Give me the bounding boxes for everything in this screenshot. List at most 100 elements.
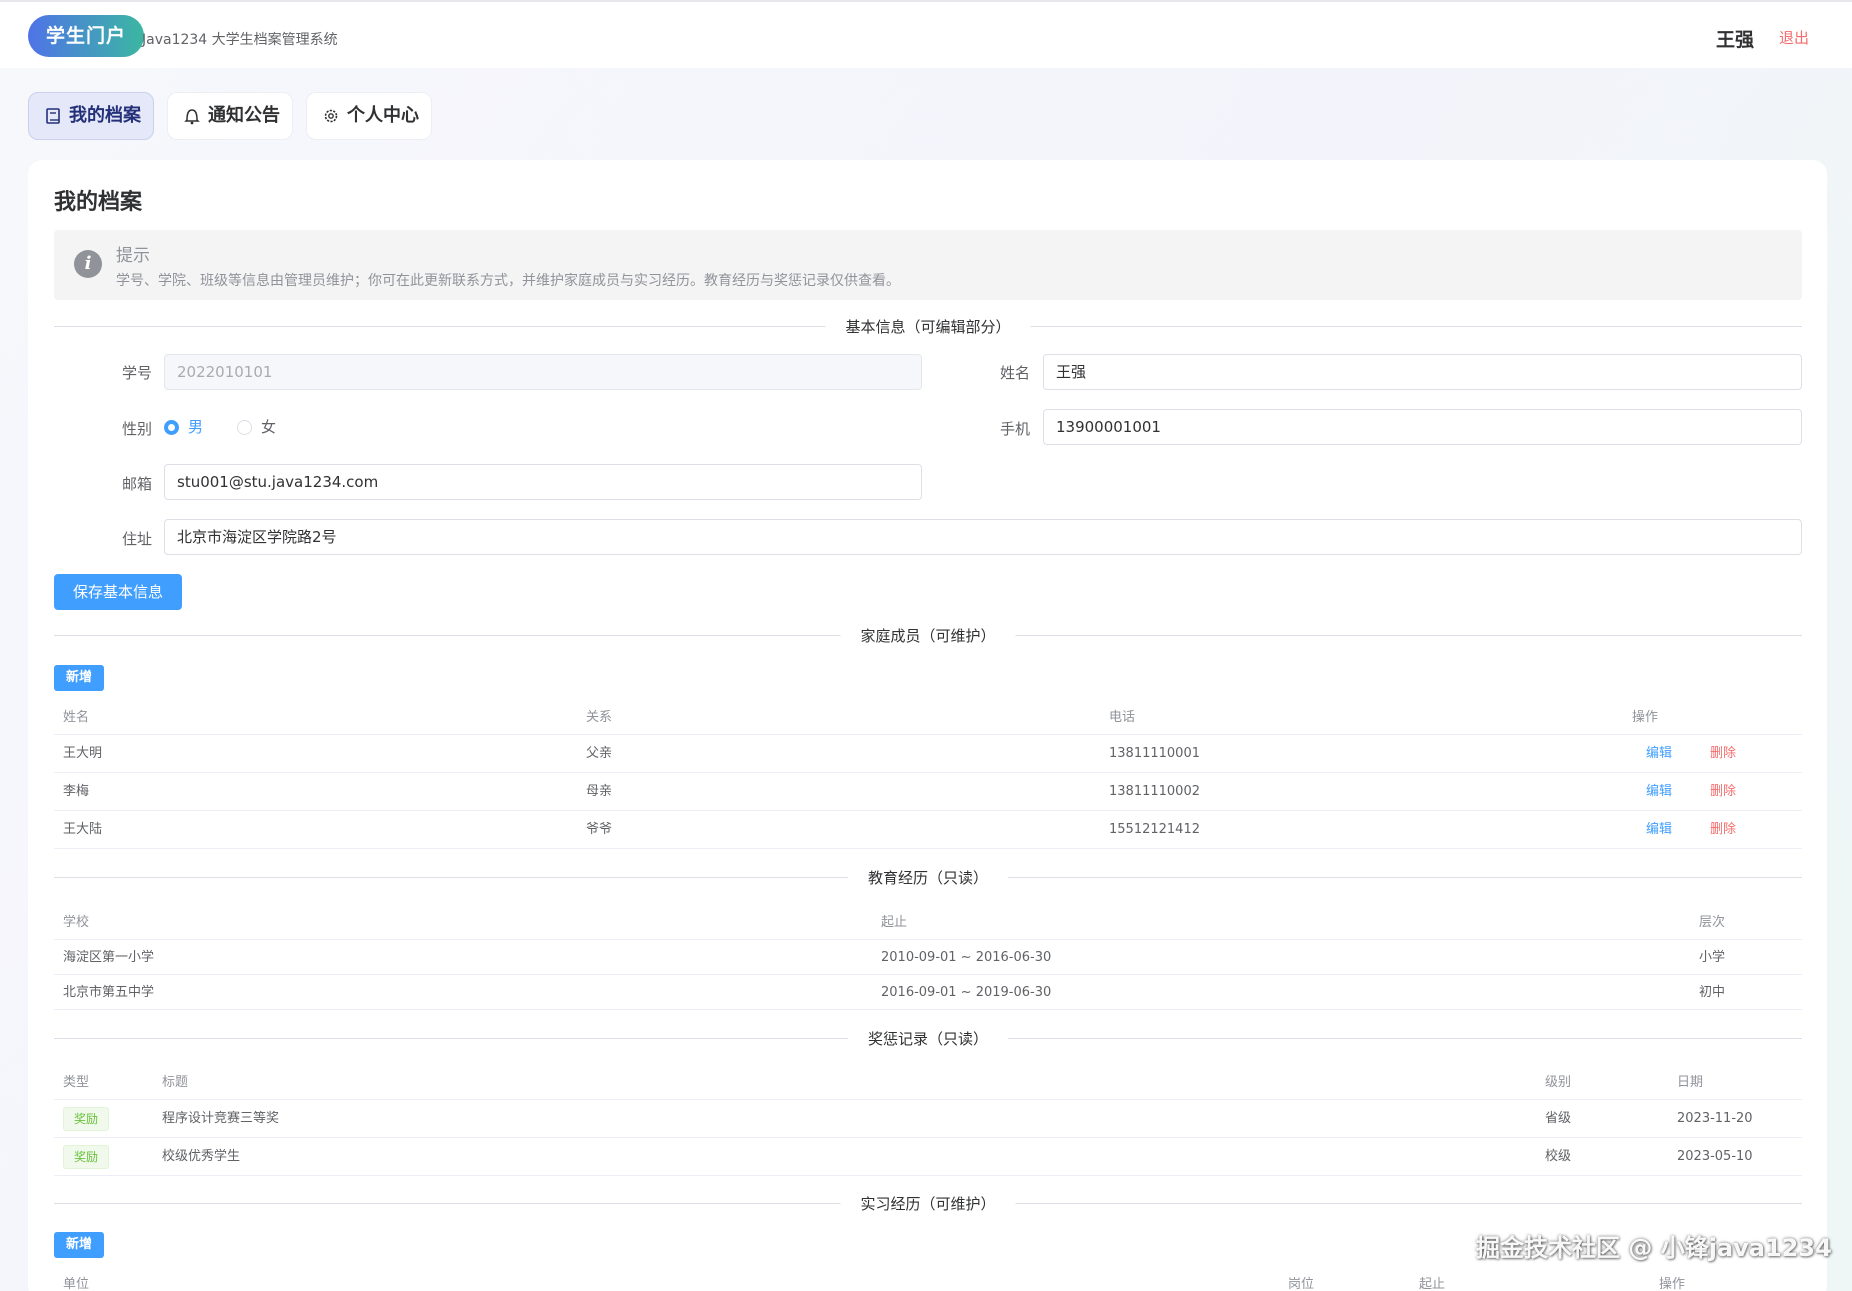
table-header: 学校 起止 层次 <box>54 906 1802 940</box>
tab-label: 我的档案 <box>69 105 141 126</box>
table-row: 王大明 父亲 13811110001 编辑 删除 <box>54 735 1802 773</box>
reward-type-tag: 奖励 <box>63 1107 110 1131</box>
column-header: 起止 <box>1419 1277 1446 1291</box>
column-header: 学校 <box>63 915 90 930</box>
phone-input[interactable]: 13900001001 <box>1043 409 1802 445</box>
edu-period: 2010-09-01 ~ 2016-06-30 <box>881 950 1052 965</box>
basic-info-divider: 基本信息（可编辑部分） <box>54 316 1802 337</box>
info-icon: i <box>74 250 102 278</box>
watermark-text: 掘金技术社区 @ 小锋java1234 <box>1476 1234 1832 1262</box>
email-input[interactable]: stu001@stu.java1234.com <box>164 464 922 500</box>
edit-link[interactable]: 编辑 <box>1646 811 1672 849</box>
logout-link[interactable]: 退出 <box>1779 27 1809 48</box>
tab-my-archive[interactable]: 我的档案 <box>28 92 154 140</box>
column-header: 操作 <box>1632 710 1659 725</box>
reward-title: 程序设计竞赛三等奖 <box>162 1111 280 1126</box>
gender-radio-male[interactable]: 男 <box>164 417 224 437</box>
family-table: 姓名 关系 电话 操作 王大明 父亲 13811110001 编辑 删除 李梅 … <box>54 701 1802 849</box>
section-title: 家庭成员（可维护） <box>840 625 1016 646</box>
name-input[interactable]: 王强 <box>1043 354 1802 390</box>
system-subtitle: Java1234 大学生档案管理系统 <box>142 32 338 48</box>
rewards-divider: 奖惩记录（只读） <box>54 1028 1802 1049</box>
column-header: 级别 <box>1545 1075 1572 1090</box>
alert-description: 学号、学院、班级等信息由管理员维护；你可在此更新联系方式，并维护家庭成员与实习经… <box>116 273 900 289</box>
education-divider: 教育经历（只读） <box>54 867 1802 888</box>
delete-link[interactable]: 删除 <box>1710 773 1736 811</box>
family-phone: 13811110002 <box>1109 784 1200 799</box>
edu-school: 北京市第五中学 <box>63 985 155 1000</box>
family-divider: 家庭成员（可维护） <box>54 625 1802 646</box>
save-basic-info-button[interactable]: 保存基本信息 <box>54 574 182 610</box>
table-header: 姓名 关系 电话 操作 <box>54 701 1802 735</box>
family-relation: 母亲 <box>586 784 613 799</box>
radio-dot <box>164 420 179 435</box>
edu-school: 海淀区第一小学 <box>63 950 155 965</box>
portal-logo[interactable]: 学生门户 <box>28 15 145 57</box>
address-input[interactable]: 北京市海淀区学院路2号 <box>164 519 1802 555</box>
family-phone: 15512121412 <box>1109 822 1200 837</box>
table-row: 北京市第五中学 2016-09-01 ~ 2019-06-30 初中 <box>54 975 1802 1010</box>
bell-icon <box>184 93 202 139</box>
address-label: 住址 <box>121 530 152 548</box>
gender-label: 性别 <box>121 420 152 438</box>
delete-link[interactable]: 删除 <box>1710 811 1736 849</box>
reward-type-tag: 奖励 <box>63 1145 110 1169</box>
family-relation: 父亲 <box>586 746 613 761</box>
reward-title: 校级优秀学生 <box>162 1149 241 1164</box>
reward-date: 2023-11-20 <box>1677 1111 1753 1126</box>
page-title: 我的档案 <box>54 190 143 215</box>
column-header: 关系 <box>586 710 613 725</box>
section-title: 教育经历（只读） <box>847 867 1009 888</box>
radio-label: 男 <box>188 418 204 436</box>
column-header: 操作 <box>1659 1277 1686 1291</box>
add-internship-button[interactable]: 新增 <box>54 1232 105 1258</box>
reward-type-cell: 奖励 <box>63 1100 110 1139</box>
delete-link[interactable]: 删除 <box>1710 735 1736 773</box>
edit-link[interactable]: 编辑 <box>1646 735 1672 773</box>
student-id-label: 学号 <box>121 364 152 382</box>
reward-type-cell: 奖励 <box>63 1138 110 1177</box>
column-header: 姓名 <box>63 710 90 725</box>
column-header: 层次 <box>1699 915 1726 930</box>
family-name: 李梅 <box>63 784 90 799</box>
edit-link[interactable]: 编辑 <box>1646 773 1672 811</box>
radio-label: 女 <box>261 418 277 436</box>
family-relation: 爷爷 <box>586 822 613 837</box>
name-label: 姓名 <box>999 364 1030 382</box>
column-header: 电话 <box>1109 710 1136 725</box>
current-username: 王强 <box>1716 29 1755 51</box>
family-name: 王大明 <box>63 746 103 761</box>
section-title: 实习经历（可维护） <box>840 1193 1016 1214</box>
column-header: 起止 <box>881 915 908 930</box>
table-header: 单位 岗位 起止 操作 <box>54 1268 1802 1291</box>
education-table: 学校 起止 层次 海淀区第一小学 2010-09-01 ~ 2016-06-30… <box>54 906 1802 1010</box>
reward-date: 2023-05-10 <box>1677 1149 1753 1164</box>
family-phone: 13811110001 <box>1109 746 1200 761</box>
edu-level: 小学 <box>1699 950 1726 965</box>
tab-notices[interactable]: 通知公告 <box>167 92 293 140</box>
student-id-input: 2022010101 <box>164 354 922 390</box>
column-header: 单位 <box>63 1277 90 1291</box>
tab-label: 通知公告 <box>208 105 280 126</box>
gear-icon <box>323 93 341 139</box>
table-row: 李梅 母亲 13811110002 编辑 删除 <box>54 773 1802 811</box>
book-icon <box>45 93 63 139</box>
rewards-table: 类型 标题 级别 日期 奖励 程序设计竞赛三等奖 省级 2023-11-20 奖… <box>54 1066 1802 1176</box>
reward-level: 校级 <box>1545 1149 1572 1164</box>
gender-radio-female[interactable]: 女 <box>237 417 297 437</box>
section-title: 奖惩记录（只读） <box>847 1028 1009 1049</box>
alert-title: 提示 <box>116 246 150 266</box>
internship-divider: 实习经历（可维护） <box>54 1193 1802 1214</box>
column-header: 标题 <box>162 1075 189 1090</box>
table-row: 奖励 程序设计竞赛三等奖 省级 2023-11-20 <box>54 1100 1802 1138</box>
edu-level: 初中 <box>1699 985 1726 1000</box>
phone-label: 手机 <box>999 420 1030 438</box>
edu-period: 2016-09-01 ~ 2019-06-30 <box>881 985 1052 1000</box>
add-family-member-button[interactable]: 新增 <box>54 665 105 691</box>
table-row: 海淀区第一小学 2010-09-01 ~ 2016-06-30 小学 <box>54 940 1802 975</box>
column-header: 岗位 <box>1288 1277 1315 1291</box>
top-bar: 学生门户 Java1234 大学生档案管理系统 王强 退出 <box>0 0 1852 68</box>
tab-personal-center[interactable]: 个人中心 <box>306 92 432 140</box>
tab-label: 个人中心 <box>347 105 419 126</box>
family-name: 王大陆 <box>63 822 103 837</box>
